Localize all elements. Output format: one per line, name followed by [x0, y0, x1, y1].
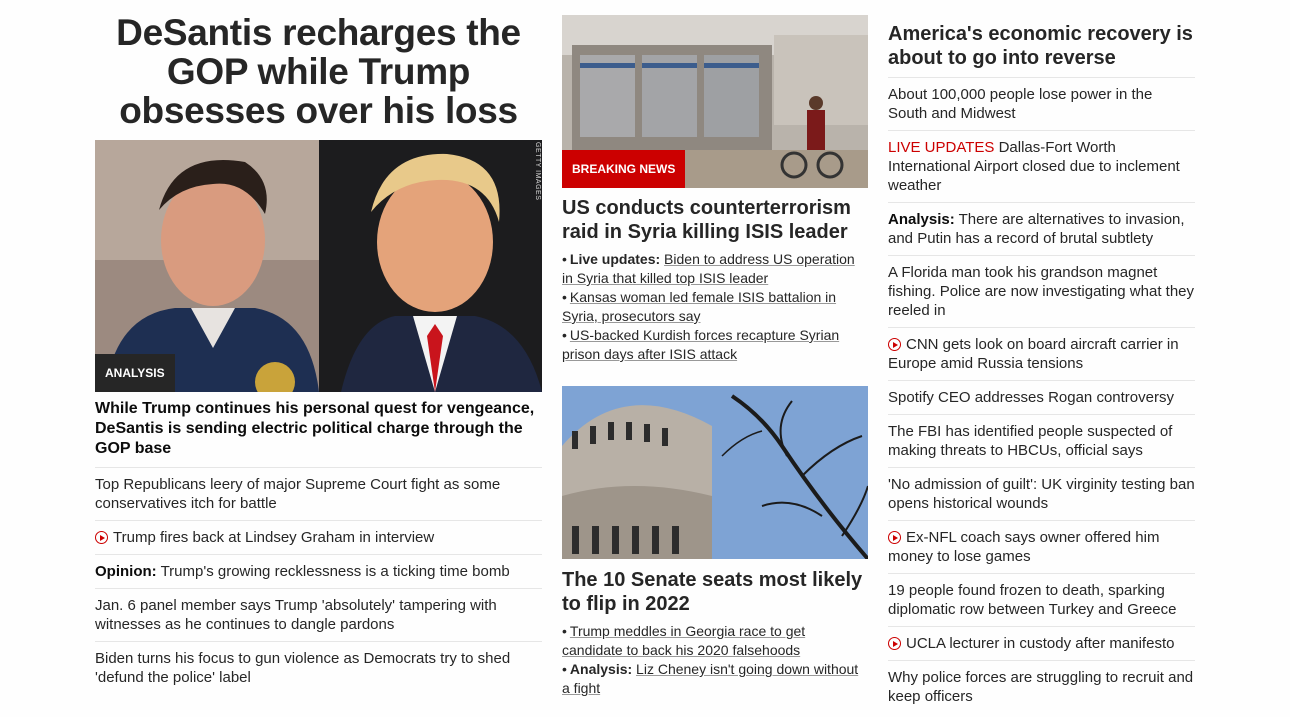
- analysis-badge: ANALYSIS: [95, 354, 175, 392]
- list-item[interactable]: The FBI has identified people suspected …: [888, 415, 1195, 468]
- lead-summary[interactable]: While Trump continues his personal quest…: [95, 399, 542, 468]
- live-updates-label: LIVE UPDATES: [888, 139, 995, 156]
- senate-headline[interactable]: The 10 Senate seats most likely to flip …: [562, 568, 868, 616]
- list-item[interactable]: • Analysis: Liz Cheney isn't going down w…: [562, 660, 868, 698]
- list-item[interactable]: • Kansas woman led female ISIS battalion …: [562, 288, 868, 326]
- list-item[interactable]: • Live updates: Biden to address US opera…: [562, 250, 868, 288]
- list-item[interactable]: Biden turns his focus to gun violence as…: [95, 642, 542, 694]
- headline-list: About 100,000 people lose power in the S…: [888, 78, 1195, 713]
- list-item[interactable]: Opinion: Trump's growing recklessness is…: [95, 555, 542, 589]
- list-item[interactable]: • US-backed Kurdish forces recapture Syri…: [562, 326, 868, 364]
- list-item[interactable]: Analysis: There are alternatives to inva…: [888, 203, 1195, 256]
- top-story-column: DeSantis recharges the GOP while Trump o…: [95, 0, 542, 694]
- middle-column: BREAKING NEWS US conducts counterterrori…: [562, 0, 868, 698]
- breaking-news-badge: BREAKING NEWS: [562, 150, 686, 188]
- play-video-icon: [888, 531, 901, 544]
- photo-credit: GETTY IMAGES: [534, 142, 541, 201]
- syria-image[interactable]: BREAKING NEWS: [562, 15, 868, 188]
- list-item[interactable]: UCLA lecturer in custody after manifesto: [888, 627, 1195, 661]
- syria-bullets: • Live updates: Biden to address US opera…: [562, 250, 868, 364]
- list-item[interactable]: Why police forces are struggling to recr…: [888, 661, 1195, 713]
- list-item[interactable]: 'No admission of guilt': UK virginity te…: [888, 468, 1195, 521]
- senate-bullets: • Trump meddles in Georgia race to get ca…: [562, 622, 868, 698]
- capitol-image[interactable]: [562, 386, 868, 559]
- list-item[interactable]: Jan. 6 panel member says Trump 'absolute…: [95, 589, 542, 642]
- list-item[interactable]: Ex-NFL coach says owner offered him mone…: [888, 521, 1195, 574]
- list-item[interactable]: 19 people found frozen to death, sparkin…: [888, 574, 1195, 627]
- list-item[interactable]: Top Republicans leery of major Supreme C…: [95, 468, 542, 521]
- list-item[interactable]: A Florida man took his grandson magnet f…: [888, 256, 1195, 328]
- latest-stories-column: America's economic recovery is about to …: [888, 0, 1195, 713]
- list-item[interactable]: Trump fires back at Lindsey Graham in in…: [95, 521, 542, 555]
- capitol-dome-photo: [562, 386, 868, 559]
- lead-image[interactable]: GETTY IMAGES ANALYSIS: [95, 140, 542, 392]
- economy-headline[interactable]: America's economic recovery is about to …: [888, 22, 1195, 78]
- play-video-icon: [888, 637, 901, 650]
- related-stories-list: Top Republicans leery of major Supreme C…: [95, 468, 542, 694]
- main-headline[interactable]: DeSantis recharges the GOP while Trump o…: [95, 13, 542, 130]
- list-item[interactable]: LIVE UPDATES Dallas-Fort Worth Internati…: [888, 131, 1195, 203]
- list-item[interactable]: Spotify CEO addresses Rogan controversy: [888, 381, 1195, 415]
- list-item[interactable]: CNN gets look on board aircraft carrier …: [888, 328, 1195, 381]
- list-item[interactable]: • Trump meddles in Georgia race to get ca…: [562, 622, 868, 660]
- syria-headline[interactable]: US conducts counterterrorism raid in Syr…: [562, 196, 868, 244]
- play-video-icon: [888, 338, 901, 351]
- play-video-icon: [95, 531, 108, 544]
- list-item[interactable]: About 100,000 people lose power in the S…: [888, 78, 1195, 131]
